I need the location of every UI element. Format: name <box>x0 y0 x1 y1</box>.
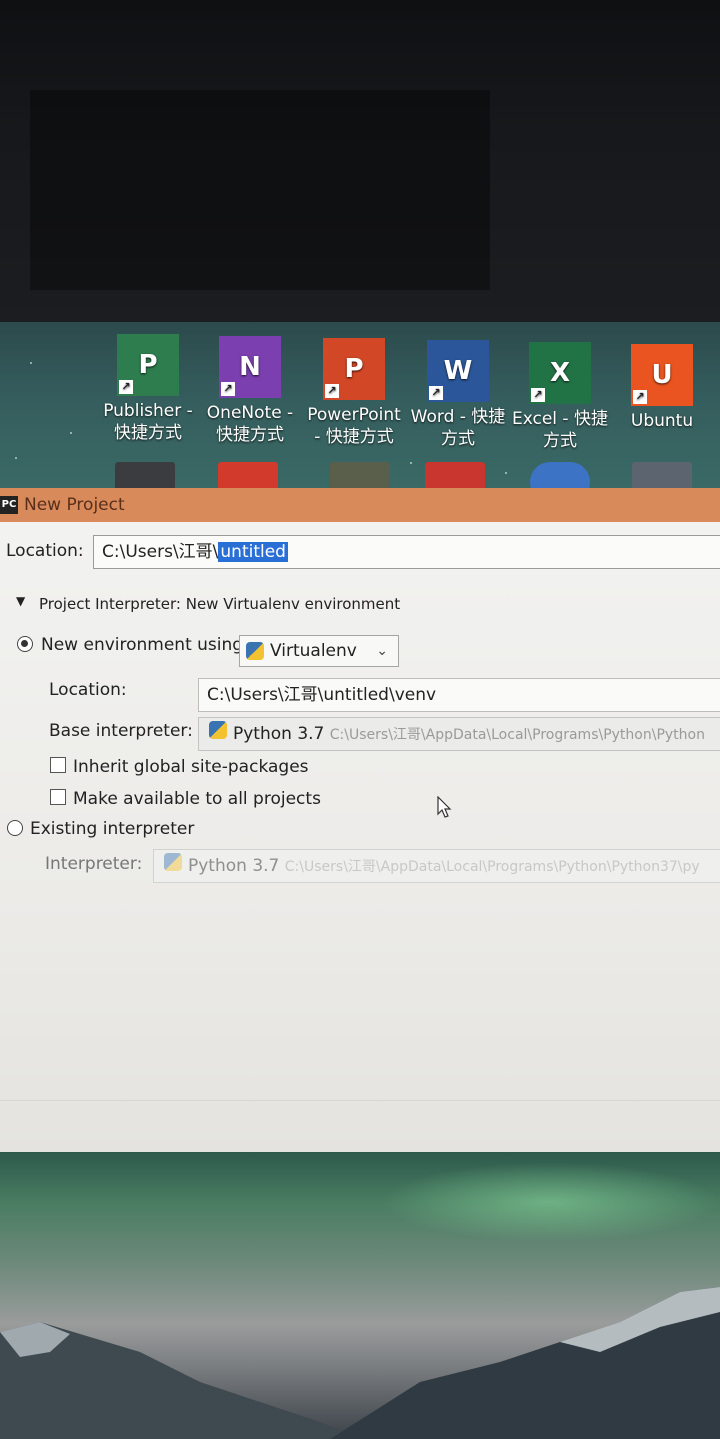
word-icon: W ↗ <box>427 340 489 402</box>
excel-icon: X ↗ <box>529 342 591 404</box>
mouse-cursor-icon <box>437 796 452 818</box>
icon-label: PowerPoint <box>307 405 401 425</box>
desktop-icon-onenote[interactable]: N ↗ OneNote - 快捷方式 <box>198 336 302 446</box>
ubuntu-icon: U ↗ <box>631 344 693 406</box>
star <box>30 362 32 364</box>
interpreter-label: Interpreter: <box>45 854 143 874</box>
base-interpreter-label: Base interpreter: <box>49 721 193 741</box>
make-available-checkbox[interactable] <box>50 789 66 805</box>
desktop-icon-powerpoint[interactable]: P ↗ PowerPoint - 快捷方式 <box>302 338 406 448</box>
mountains <box>0 1287 720 1439</box>
desktop-icon-ubuntu[interactable]: U ↗ Ubuntu <box>610 344 714 432</box>
publisher-icon: P ↗ <box>117 334 179 396</box>
star <box>15 457 17 459</box>
make-available-label: Make available to all projects <box>73 789 321 809</box>
icon-label: - 快捷方式 <box>314 427 394 447</box>
location-text: C:\Users\江哥\ <box>102 542 219 562</box>
icon-label: OneNote - <box>206 403 294 423</box>
dialog-titlebar[interactable]: PC New Project <box>0 488 720 522</box>
inherit-site-packages-label: Inherit global site-packages <box>73 757 309 777</box>
desktop-icon-excel[interactable]: X ↗ Excel - 快捷 方式 <box>508 342 612 452</box>
icon-label: 方式 <box>543 431 577 451</box>
divider <box>0 1100 720 1101</box>
venv-location-label: Location: <box>49 680 127 700</box>
star <box>70 432 72 434</box>
existing-interpreter-radio[interactable] <box>7 820 23 836</box>
screen-glare <box>30 90 490 290</box>
location-selected-text: untitled <box>218 542 288 562</box>
interpreter-path: C:\Users\江哥\AppData\Local\Programs\Pytho… <box>284 859 700 875</box>
desktop-icon-word[interactable]: W ↗ Word - 快捷 方式 <box>406 340 510 450</box>
interpreter-select[interactable]: Python 3.7 C:\Users\江哥\AppData\Local\Pro… <box>153 849 720 883</box>
powerpoint-icon: P ↗ <box>323 338 385 400</box>
monitor-bezel <box>0 0 720 322</box>
icon-label: Ubuntu <box>630 411 694 431</box>
icon-label: Word - 快捷 <box>410 407 506 427</box>
inherit-site-packages-checkbox[interactable] <box>50 757 66 773</box>
interpreter-section-header[interactable]: Project Interpreter: New Virtualenv envi… <box>39 595 400 613</box>
icon-label: 方式 <box>441 429 475 449</box>
existing-interpreter-label: Existing interpreter <box>30 819 195 839</box>
icon-label: 快捷方式 <box>216 425 284 445</box>
new-environment-label: New environment using <box>41 635 244 655</box>
base-interpreter-path: C:\Users\江哥\AppData\Local\Programs\Pytho… <box>329 727 705 743</box>
desktop-wallpaper-landscape <box>0 1152 720 1439</box>
collapse-triangle-icon[interactable]: ▼ <box>16 594 25 608</box>
interpreter-name: Python 3.7 <box>188 856 280 876</box>
icon-label: 快捷方式 <box>114 423 182 443</box>
python-icon <box>209 721 227 739</box>
dialog-title: New Project <box>24 495 125 515</box>
icon-label: Excel - 快捷 <box>512 409 608 429</box>
location-label: Location: <box>6 541 84 561</box>
desktop-icon-publisher[interactable]: P ↗ Publisher - 快捷方式 <box>96 334 200 444</box>
new-project-dialog: Location: C:\Users\江哥\ untitled ▼ Project… <box>0 522 720 1152</box>
desktop-background: P ↗ Publisher - 快捷方式 N ↗ OneNote - 快捷方式 P ↗… <box>0 322 720 492</box>
environment-tool-value: Virtualenv <box>270 641 357 661</box>
venv-location-input[interactable]: C:\Users\江哥\untitled\venv <box>198 678 720 712</box>
icon-label: Publisher - <box>103 401 193 421</box>
chevron-down-icon: ⌄ <box>376 643 388 659</box>
python-icon <box>164 853 182 871</box>
project-location-input[interactable]: C:\Users\江哥\ untitled <box>93 535 720 569</box>
star <box>410 462 412 464</box>
python-icon <box>246 642 264 660</box>
new-environment-radio[interactable] <box>17 636 33 652</box>
base-interpreter-name: Python 3.7 <box>233 724 325 744</box>
base-interpreter-select[interactable]: Python 3.7 C:\Users\江哥\AppData\Local\Pro… <box>198 717 720 751</box>
star <box>505 472 507 474</box>
pycharm-icon: PC <box>0 496 18 514</box>
onenote-icon: N ↗ <box>219 336 281 398</box>
environment-tool-select[interactable]: Virtualenv ⌄ <box>239 635 399 667</box>
